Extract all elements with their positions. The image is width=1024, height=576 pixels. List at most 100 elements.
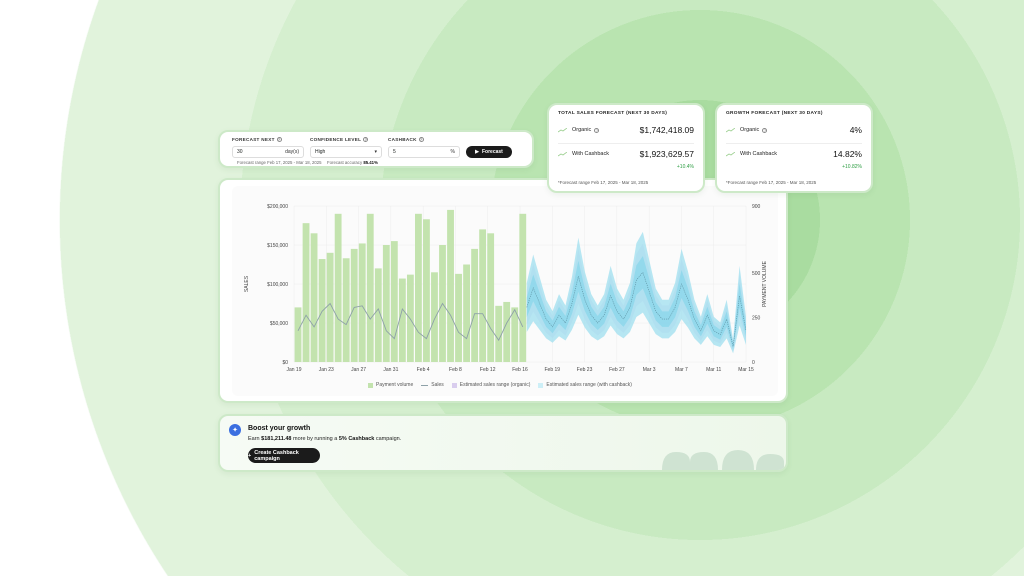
cashback-value: 14.82% — [833, 149, 862, 159]
x-tick-label: Jan 23 — [319, 367, 334, 373]
bar — [415, 213, 422, 362]
organic-row: Organic ? $1,742,418.09 — [558, 125, 694, 135]
cashback-row: With Cashback $1,923,629.57 — [558, 149, 694, 159]
divider — [558, 143, 694, 144]
card-header: GROWTH FORECAST (NEXT 30 DAYS) — [726, 111, 823, 116]
forecast-button-label: Forecast — [482, 149, 503, 155]
info-icon: ? — [762, 127, 768, 133]
cashback-row: With Cashback 14.82% — [726, 149, 862, 159]
bar — [471, 248, 479, 362]
boost-growth-card: ✦ Boost your growth Earn $181,211.48 mor… — [218, 414, 788, 472]
organic-value: $1,742,418.09 — [639, 125, 694, 135]
cashback-value: $1,923,629.57 — [639, 149, 694, 159]
forecast-range-text: Forecast range Feb 17, 2025 - Mar 18, 20… — [237, 160, 322, 165]
bar — [398, 278, 406, 362]
trend-icon — [726, 127, 735, 132]
growth-forecast-card: GROWTH FORECAST (NEXT 30 DAYS) Organic ?… — [715, 103, 873, 193]
bar — [423, 219, 430, 362]
forecast-accuracy: Forecast accuracy 85.41% — [327, 160, 378, 165]
forecast-next-label: FORECAST NEXT? — [232, 137, 282, 142]
confidence-level-label: CONFIDENCE LEVEL? — [310, 137, 369, 142]
info-icon: ? — [418, 137, 424, 142]
x-tick-label: Jan 31 — [383, 367, 398, 373]
decorative-shapes — [662, 450, 784, 470]
legend-organic-range: Estimated sales range (organic) — [451, 382, 530, 388]
confidence-value: High — [315, 149, 326, 155]
x-tick-label: Feb 23 — [577, 367, 593, 373]
info-icon: ? — [363, 137, 369, 142]
delta-badge: +10.82% — [842, 164, 862, 170]
bar — [487, 233, 495, 362]
total-sales-forecast-card: TOTAL SALES FORECAST (NEXT 30 DAYS) Orga… — [547, 103, 705, 193]
bar — [334, 213, 342, 362]
chevron-down-icon: ▾ — [374, 149, 377, 155]
organic-label: Organic — [572, 127, 592, 133]
legend-sales: Sales — [421, 382, 444, 388]
forecast-next-value: 30 — [237, 149, 243, 155]
cashback-value: 5 — [393, 149, 396, 155]
x-tick-label: Mar 11 — [706, 367, 721, 373]
chart-legend: Payment volume Sales Estimated sales ran… — [368, 382, 632, 388]
x-tick-label: Mar 7 — [675, 367, 688, 373]
bar — [366, 213, 374, 362]
organic-value: 4% — [849, 125, 862, 135]
boost-amount: $181,211.48 — [261, 436, 292, 442]
organic-row: Organic ? 4% — [726, 125, 862, 135]
info-icon: ? — [276, 137, 282, 142]
x-tick-label: Feb 16 — [512, 367, 528, 373]
boost-description: Earn $181,211.48 more by running a 5% Ca… — [248, 436, 401, 442]
forecast-next-input[interactable]: 30 day(s) — [232, 146, 304, 158]
boost-icon: ✦ — [229, 424, 241, 436]
bar — [495, 305, 503, 362]
card-footer: *Forecast range Feb 17, 2025 - Mar 18, 2… — [726, 180, 817, 185]
forecast-controls: FORECAST NEXT? CONFIDENCE LEVEL? CASHBAC… — [218, 130, 534, 168]
x-tick-label: Jan 19 — [286, 367, 301, 373]
x-tick-label: Feb 8 — [449, 367, 462, 373]
y2-axis-label: PAYMENT VOLUME — [762, 260, 768, 307]
x-tick-label: Feb 27 — [609, 367, 625, 373]
y2-tick-label: 500 — [752, 271, 761, 277]
bar — [503, 301, 511, 362]
cashback-unit: % — [450, 149, 455, 155]
divider — [726, 143, 862, 144]
y-tick-label: $0 — [282, 360, 288, 366]
forecast-button[interactable]: ▶ Forecast — [466, 146, 512, 158]
boost-text-mid: more by running a — [292, 436, 338, 442]
delta-badge: +10.4% — [676, 164, 694, 170]
bar — [519, 213, 527, 362]
boost-title: Boost your growth — [248, 425, 311, 432]
boost-text-pre: Earn — [248, 436, 260, 442]
boost-text-post: campaign. — [375, 436, 402, 442]
cashback-label: With Cashback — [740, 151, 777, 157]
y2-tick-label: 900 — [752, 204, 761, 210]
chart-area: $0 $50,000 $100,000 $150,000 $200,000 0 250 500… — [232, 186, 778, 396]
y-axis-label: SALES — [244, 275, 250, 292]
confidence-level-select[interactable]: High ▾ — [310, 146, 382, 158]
bar — [318, 259, 326, 362]
cashback-input[interactable]: 5 % — [388, 146, 460, 158]
legend-cashback-range: Estimated sales range (with cashback) — [538, 382, 632, 388]
cashback-label: With Cashback — [572, 151, 609, 157]
bar — [463, 264, 470, 362]
organic-label: Organic — [740, 127, 760, 133]
bar — [431, 272, 438, 362]
bar — [479, 229, 487, 362]
bar — [382, 245, 390, 362]
accuracy-value: 85.41% — [363, 160, 378, 165]
create-campaign-label: Create Cashback campaign — [254, 449, 299, 462]
y2-tick-label: 0 — [752, 360, 755, 366]
bar — [342, 258, 350, 362]
bar — [358, 243, 366, 362]
play-icon: ▶ — [475, 149, 479, 155]
boost-campaign: 5% Cashback — [338, 436, 375, 442]
create-cashback-campaign-button[interactable]: + Create Cashback campaign — [248, 448, 320, 463]
card-footer: *Forecast range Feb 17, 2025 - Mar 18, 2… — [558, 180, 649, 185]
trend-icon — [726, 151, 735, 156]
x-tick-label: Feb 19 — [544, 367, 560, 373]
bar — [302, 223, 310, 362]
forecast-unit: day(s) — [285, 149, 299, 155]
y-tick-label: $50,000 — [270, 321, 288, 327]
bar — [310, 233, 318, 362]
sales-chart-card: $0 $50,000 $100,000 $150,000 $200,000 0 250 500… — [218, 178, 788, 403]
x-tick-label: Feb 12 — [480, 367, 496, 373]
